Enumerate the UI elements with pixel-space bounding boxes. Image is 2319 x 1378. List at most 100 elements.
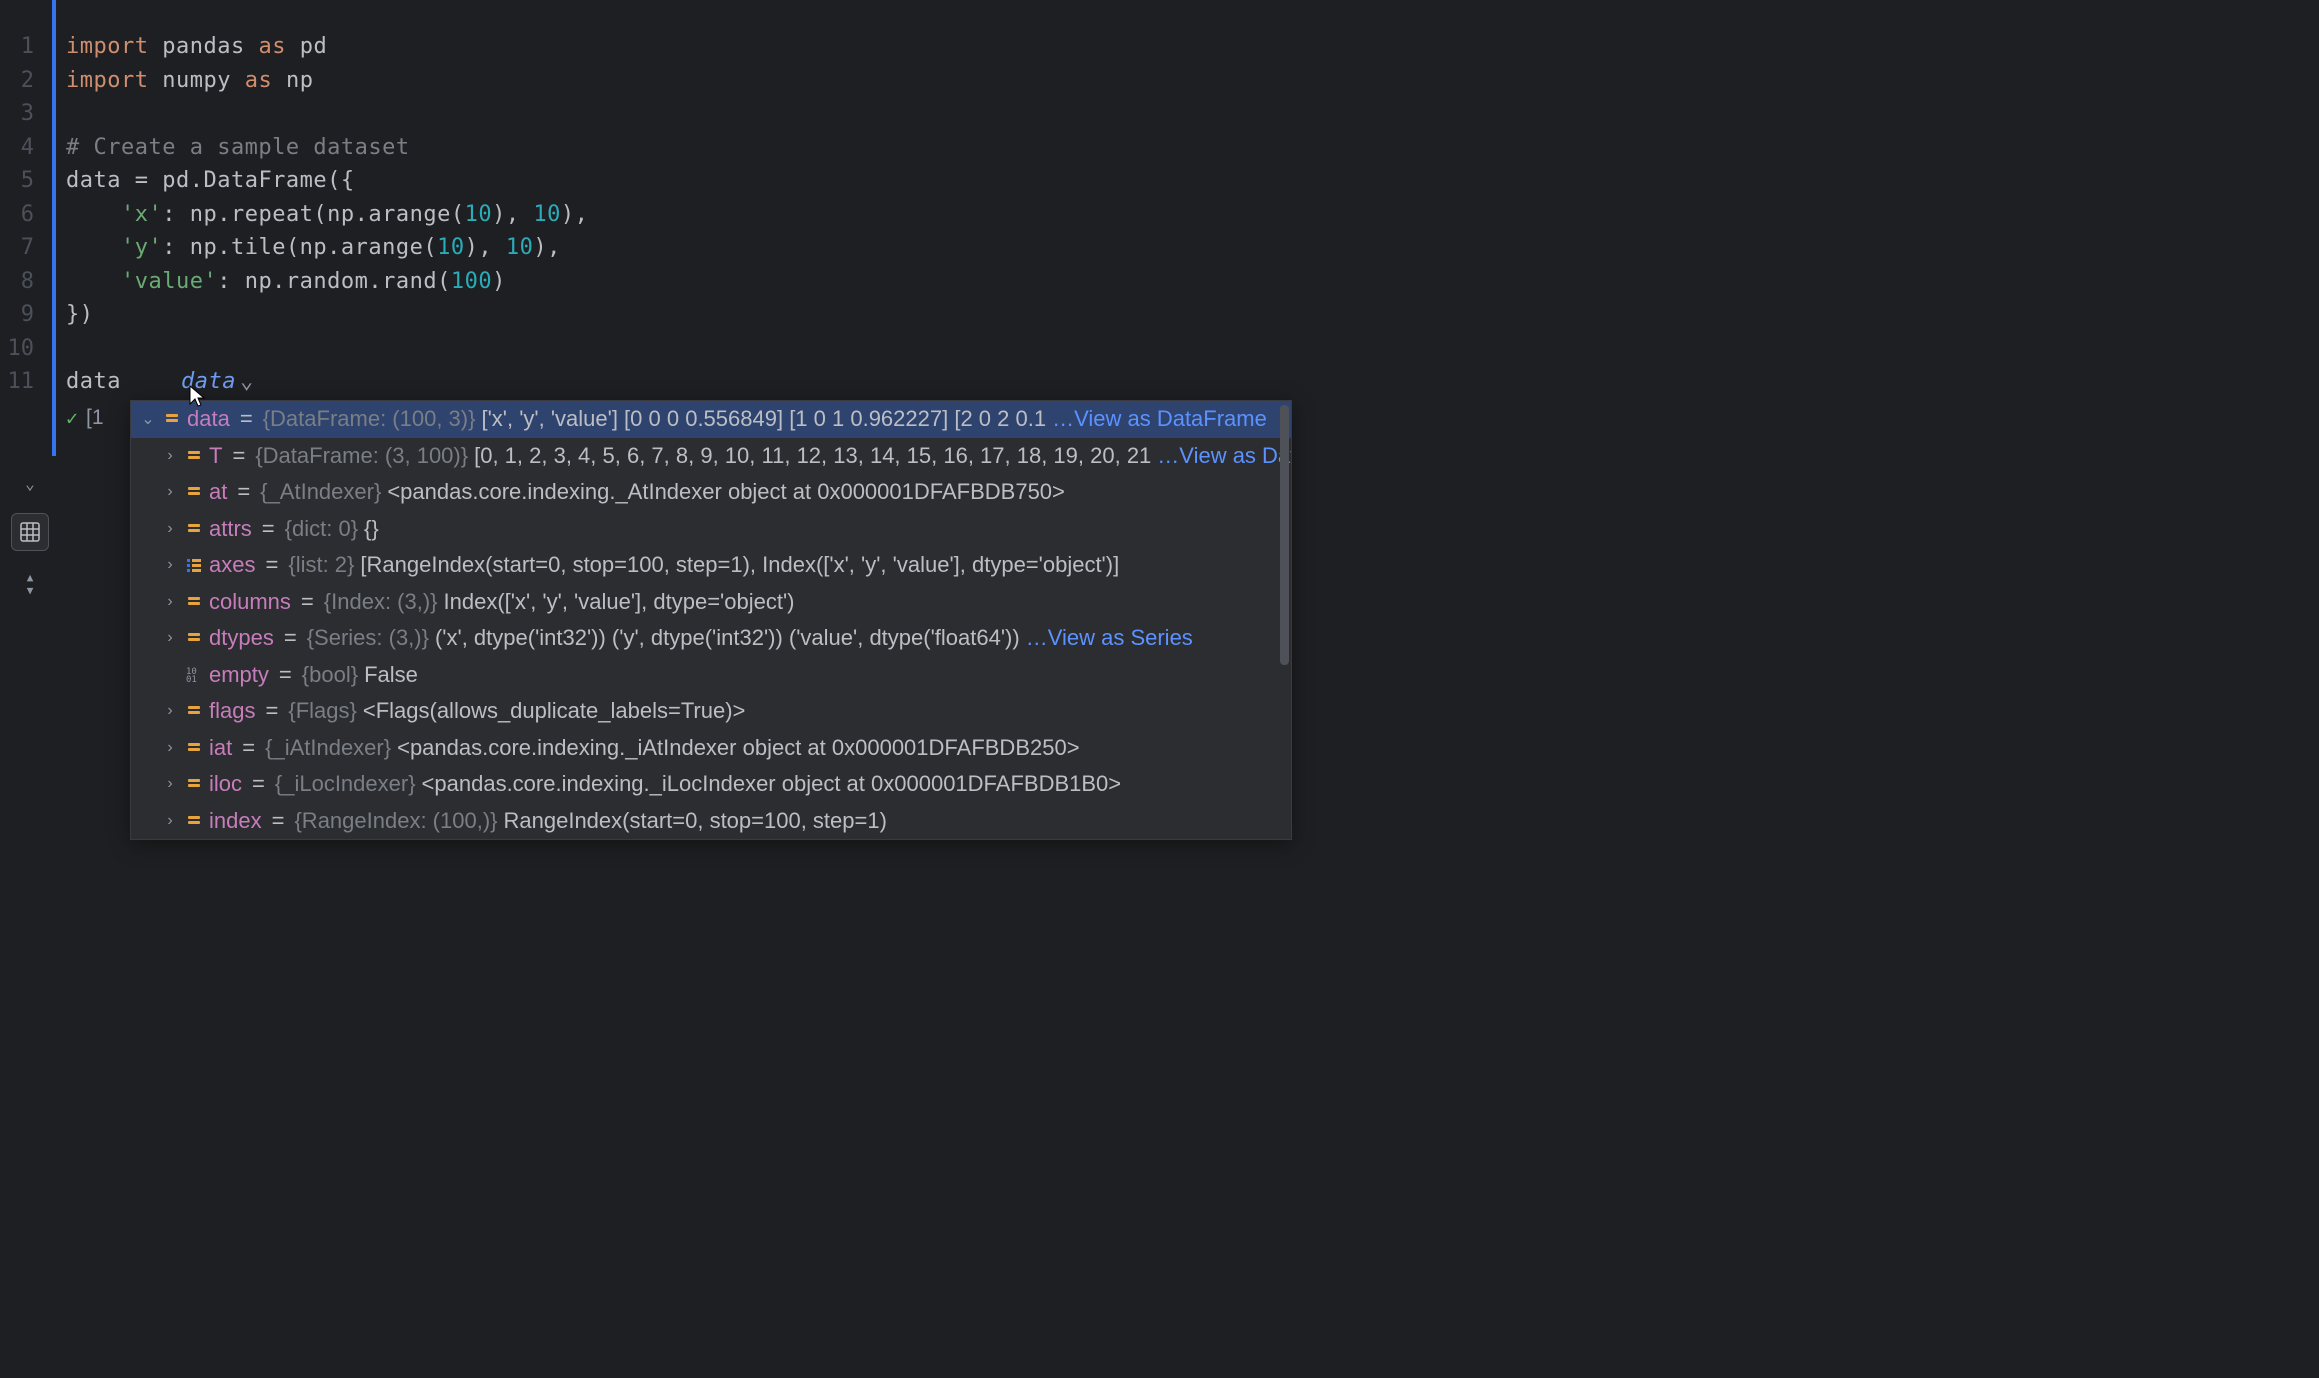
scrollbar-thumb[interactable] [1280, 405, 1289, 665]
variable-value: [0, 1, 2, 3, 4, 5, 6, 7, 8, 9, 10, 11, 1… [474, 443, 1151, 469]
variable-name: index [209, 808, 262, 834]
code-line[interactable]: import numpy as np [56, 64, 2319, 98]
variable-name: columns [209, 589, 291, 615]
variable-name: flags [209, 698, 255, 724]
code-line[interactable] [56, 332, 2319, 366]
line-number: 3 [0, 97, 52, 131]
variable-type: {Flags} [288, 698, 357, 724]
chevron-down-icon[interactable]: ⌄ [240, 369, 254, 394]
chevron-right-icon[interactable]: › [161, 739, 179, 757]
debug-variable-row[interactable]: › iat = {_iAtIndexer} <pandas.core.index… [131, 730, 1291, 767]
debug-variable-row[interactable]: › columns = {Index: (3,)} Index(['x', 'y… [131, 584, 1291, 621]
list-icon [185, 556, 203, 574]
variable-value: RangeIndex(start=0, stop=100, step=1) [504, 808, 887, 834]
object-icon [185, 593, 203, 611]
line-number: 6 [0, 198, 52, 232]
code-line[interactable] [56, 97, 2319, 131]
debug-variable-row[interactable]: › dtypes = {Series: (3,)} ('x', dtype('i… [131, 620, 1291, 657]
debug-variable-row[interactable]: › iloc = {_iLocIndexer} <pandas.core.ind… [131, 766, 1291, 803]
chevron-right-icon[interactable]: › [161, 702, 179, 720]
variable-type: {_iLocIndexer} [275, 771, 416, 797]
line-number: 2 [0, 64, 52, 98]
variable-type: {bool} [302, 662, 358, 688]
object-icon [185, 447, 203, 465]
view-as-link[interactable]: …View as DataFrame [1157, 443, 1291, 469]
chevron-right-icon[interactable]: › [161, 556, 179, 574]
view-as-link[interactable]: …View as DataFrame [1052, 406, 1267, 432]
variable-type: {list: 2} [288, 552, 354, 578]
output-panel-gutter: ⌄ ▲▼ [0, 456, 60, 1378]
code-line[interactable]: 'x': np.repeat(np.arange(10), 10), [56, 198, 2319, 232]
code-line[interactable]: # Create a sample dataset [56, 131, 2319, 165]
object-icon [163, 410, 181, 428]
object-icon [185, 483, 203, 501]
equals-sign: = [301, 589, 314, 615]
chevron-right-icon[interactable]: › [161, 447, 179, 465]
variable-name: empty [209, 662, 269, 688]
variable-value: {} [364, 516, 379, 542]
variable-value: <pandas.core.indexing._iLocIndexer objec… [422, 771, 1122, 797]
variable-type: {dict: 0} [285, 516, 358, 542]
variable-name: data [187, 406, 230, 432]
debug-variable-row[interactable]: › attrs = {dict: 0} {} [131, 511, 1291, 548]
chevron-down-icon[interactable]: ⌄ [139, 409, 157, 429]
debug-variable-row[interactable]: ⌄ data = {DataFrame: (100, 3)} ['x', 'y'… [131, 401, 1291, 438]
code-line[interactable]: datadata⌄ [56, 365, 2319, 399]
variable-value: <Flags(allows_duplicate_labels=True)> [363, 698, 746, 724]
debug-variable-row[interactable]: › flags = {Flags} <Flags(allows_duplicat… [131, 693, 1291, 730]
variable-type: {DataFrame: (3, 100)} [255, 443, 468, 469]
debug-variable-row[interactable]: › index = {RangeIndex: (100,)} RangeInde… [131, 803, 1291, 840]
boolean-icon: 1001 [185, 666, 203, 684]
line-number: 7 [0, 231, 52, 265]
code-line[interactable]: 'value': np.random.rand(100) [56, 265, 2319, 299]
code-line[interactable]: import pandas as pd [56, 30, 2319, 64]
variable-type: {_iAtIndexer} [265, 735, 391, 761]
debug-variable-row[interactable]: › T = {DataFrame: (3, 100)} [0, 1, 2, 3,… [131, 438, 1291, 475]
line-number: 11 [0, 365, 52, 399]
line-number: 8 [0, 265, 52, 299]
chevron-right-icon[interactable]: › [161, 483, 179, 501]
variable-type: {DataFrame: (100, 3)} [263, 406, 476, 432]
svg-text:01: 01 [186, 675, 197, 683]
code-line[interactable]: 'y': np.tile(np.arange(10), 10), [56, 231, 2319, 265]
table-view-icon[interactable] [11, 513, 49, 551]
chevron-down-icon[interactable]: ⌄ [25, 474, 35, 493]
debug-variable-row[interactable]: › axes = {list: 2} [RangeIndex(start=0, … [131, 547, 1291, 584]
variable-value: <pandas.core.indexing._iAtIndexer object… [397, 735, 1079, 761]
equals-sign: = [265, 552, 278, 578]
variable-value: Index(['x', 'y', 'value'], dtype='object… [444, 589, 795, 615]
equals-sign: = [265, 698, 278, 724]
inline-value-hint[interactable]: data⌄ [181, 365, 254, 399]
variable-type: {RangeIndex: (100,)} [294, 808, 497, 834]
object-icon [185, 812, 203, 830]
code-line[interactable]: data = pd.DataFrame({ [56, 164, 2319, 198]
chevron-right-icon[interactable]: › [161, 593, 179, 611]
chevron-right-icon[interactable]: › [161, 629, 179, 647]
line-number: 10 [0, 332, 52, 366]
variable-name: T [209, 443, 222, 469]
equals-sign: = [242, 735, 255, 761]
view-as-link[interactable]: …View as Series [1026, 625, 1193, 651]
sort-updown-icon[interactable]: ▲▼ [19, 571, 41, 597]
debug-variable-row[interactable]: › at = {_AtIndexer} <pandas.core.indexin… [131, 474, 1291, 511]
variable-value: [RangeIndex(start=0, stop=100, step=1), … [360, 552, 1119, 578]
variable-value: <pandas.core.indexing._AtIndexer object … [387, 479, 1065, 505]
variable-type: {_AtIndexer} [260, 479, 381, 505]
debug-variable-row[interactable]: 1001 empty = {bool} False [131, 657, 1291, 694]
execution-count: [1 [86, 406, 104, 430]
code-line[interactable]: }) [56, 298, 2319, 332]
variable-name: at [209, 479, 227, 505]
line-number: 1 [0, 30, 52, 64]
chevron-right-icon[interactable]: › [161, 520, 179, 538]
equals-sign: = [252, 771, 265, 797]
line-number: 4 [0, 131, 52, 165]
popup-scrollbar[interactable] [1280, 405, 1289, 835]
variable-value: False [364, 662, 418, 688]
variable-value: ['x', 'y', 'value'] [0 0 0 0.556849] [1 … [481, 406, 1046, 432]
debug-variable-popup[interactable]: ⌄ data = {DataFrame: (100, 3)} ['x', 'y'… [130, 400, 1292, 840]
object-icon [185, 520, 203, 538]
chevron-right-icon[interactable]: › [161, 812, 179, 830]
equals-sign: = [284, 625, 297, 651]
line-number: 9 [0, 298, 52, 332]
chevron-right-icon[interactable]: › [161, 775, 179, 793]
